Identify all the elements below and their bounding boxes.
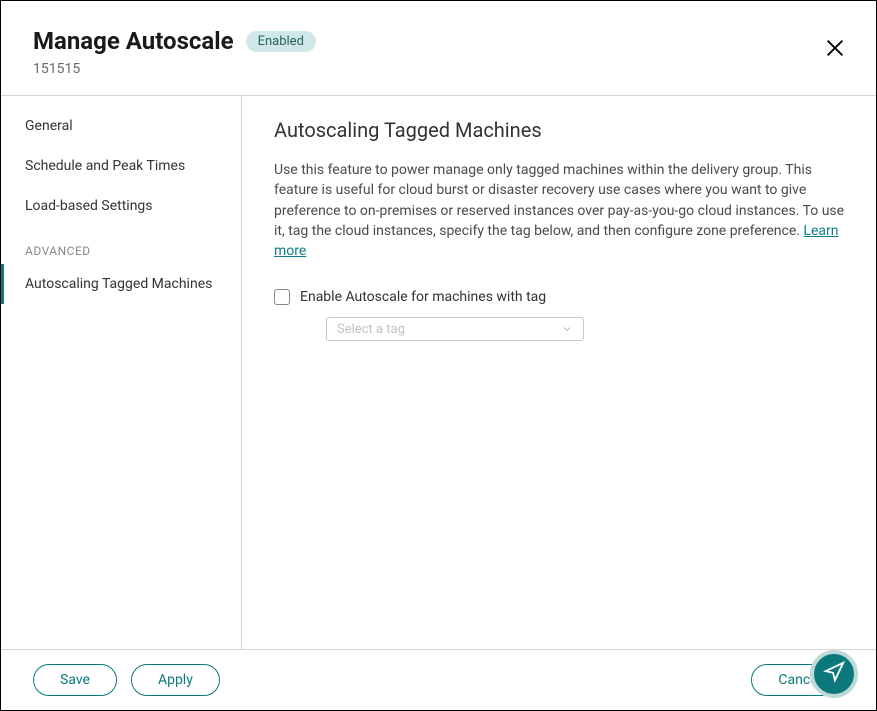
enable-autoscale-checkbox[interactable] <box>274 289 290 305</box>
status-badge: Enabled <box>246 31 316 52</box>
section-description: Use this feature to power manage only ta… <box>274 160 848 261</box>
sidebar-section-advanced: ADVANCED <box>1 226 241 264</box>
page-title: Manage Autoscale <box>33 27 234 55</box>
navigate-fab[interactable] <box>810 650 858 698</box>
save-button[interactable]: Save <box>33 664 117 696</box>
close-icon[interactable] <box>820 33 850 67</box>
sidebar-item-general[interactable]: General <box>1 106 241 146</box>
description-text: Use this feature to power manage only ta… <box>274 162 844 239</box>
navigate-icon <box>823 661 845 687</box>
content: Autoscaling Tagged Machines Use this fea… <box>242 96 876 649</box>
sidebar-item-load-based[interactable]: Load-based Settings <box>1 186 241 226</box>
tag-select-wrap: Select a tag <box>326 317 848 341</box>
modal-frame: Manage Autoscale Enabled 151515 General … <box>0 0 877 711</box>
sidebar: General Schedule and Peak Times Load-bas… <box>1 96 242 649</box>
tag-select[interactable]: Select a tag <box>326 317 584 341</box>
title-row: Manage Autoscale Enabled <box>33 27 316 55</box>
tag-select-placeholder: Select a tag <box>337 322 405 337</box>
footer-left: Save Apply <box>33 664 220 696</box>
body: General Schedule and Peak Times Load-bas… <box>1 95 876 650</box>
footer: Save Apply Cancel <box>1 650 876 710</box>
enable-autoscale-label: Enable Autoscale for machines with tag <box>300 289 546 305</box>
apply-button[interactable]: Apply <box>131 664 220 696</box>
header-left: Manage Autoscale Enabled 151515 <box>33 27 316 77</box>
header: Manage Autoscale Enabled 151515 <box>1 1 876 95</box>
sidebar-item-schedule[interactable]: Schedule and Peak Times <box>1 146 241 186</box>
sidebar-item-autoscaling-tagged[interactable]: Autoscaling Tagged Machines <box>1 264 241 304</box>
section-title: Autoscaling Tagged Machines <box>274 118 848 142</box>
chevron-down-icon <box>561 320 573 339</box>
page-subtitle: 151515 <box>33 61 316 77</box>
checkbox-row: Enable Autoscale for machines with tag <box>274 289 848 305</box>
